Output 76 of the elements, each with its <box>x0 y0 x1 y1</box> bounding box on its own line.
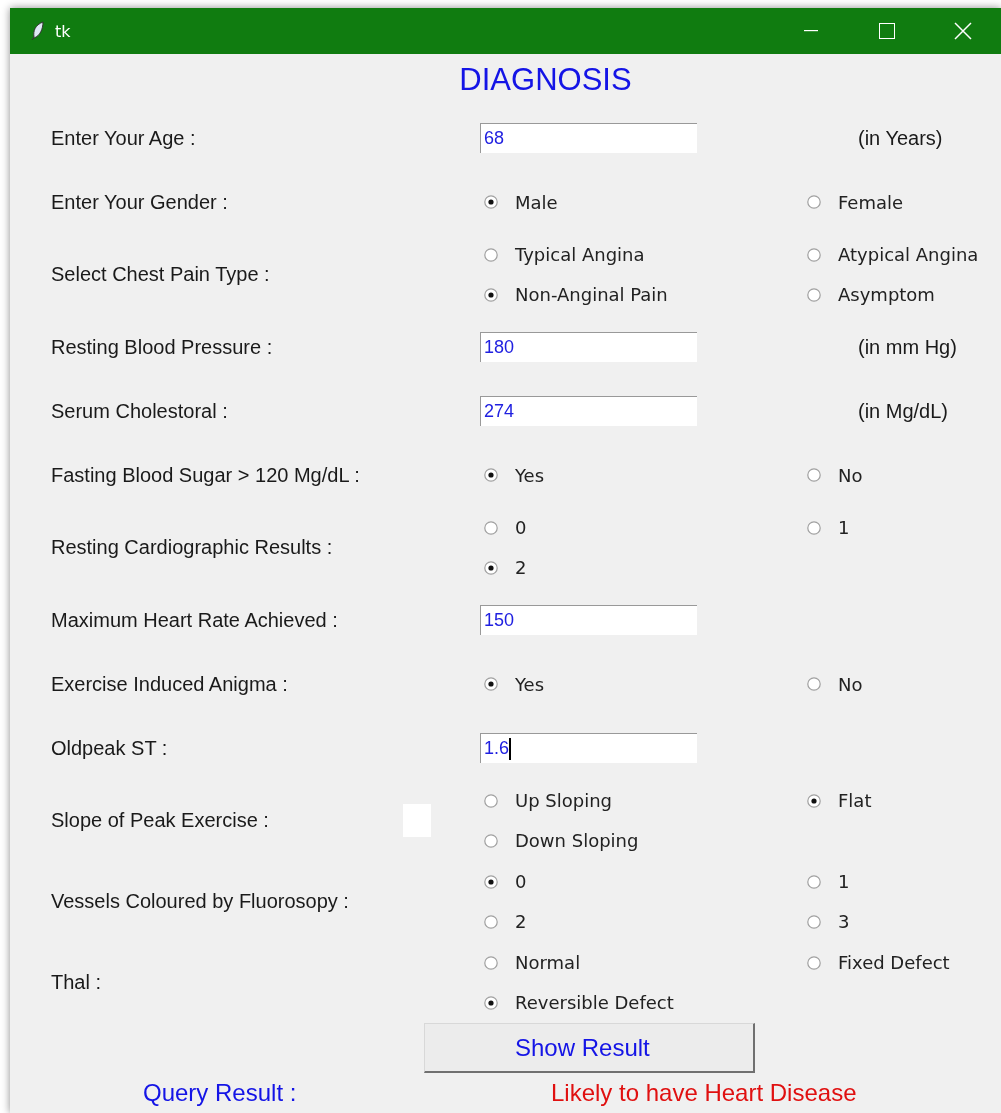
field-label: Slope of Peak Exercise : <box>51 809 270 832</box>
radio-button[interactable] <box>484 287 498 302</box>
radio-button[interactable] <box>484 247 498 262</box>
radio-option[interactable]: Down Sloping <box>480 830 803 851</box>
radio-button[interactable] <box>807 468 821 482</box>
radio-option[interactable]: Fixed Defect <box>803 952 1001 973</box>
radio-button[interactable] <box>807 874 821 889</box>
radio-button[interactable] <box>484 995 498 1010</box>
input-field[interactable]: 274 <box>480 396 697 426</box>
radio-button[interactable] <box>484 468 498 482</box>
close-icon <box>954 22 972 40</box>
radio-option[interactable]: Yes <box>480 464 803 486</box>
unit-label: (in mm Hg) <box>857 335 958 359</box>
page-heading: DIAGNOSIS <box>459 62 632 98</box>
radio-button[interactable] <box>484 560 498 575</box>
input-field[interactable]: 150 <box>480 605 697 635</box>
unit-label: (in Mg/dL) <box>857 399 950 423</box>
radio-option[interactable]: Normal <box>480 952 803 973</box>
radio-button[interactable] <box>484 677 498 691</box>
maximize-icon <box>879 23 895 39</box>
radio-option[interactable]: Non-Anginal Pain <box>480 284 803 305</box>
input-field[interactable]: 180 <box>480 332 697 362</box>
field-label: Enter Your Gender : <box>51 190 229 214</box>
radio-option[interactable]: 1 <box>803 517 1001 538</box>
radio-button[interactable] <box>807 677 821 691</box>
radio-button[interactable] <box>807 520 821 535</box>
radio-option[interactable]: 1 <box>803 871 1001 892</box>
radio-button[interactable] <box>807 793 821 808</box>
radio-option[interactable]: No <box>803 673 1001 695</box>
radio-option[interactable]: Typical Angina <box>480 244 803 265</box>
radio-option[interactable]: Female <box>803 191 1001 213</box>
radio-option[interactable]: Asymptom <box>803 284 1001 305</box>
radio-button[interactable] <box>807 287 821 302</box>
radio-option[interactable]: 0 <box>480 871 803 892</box>
field-label: Vessels Coloured by Fluorosopy : <box>51 890 350 913</box>
field-label: Resting Blood Pressure : <box>51 335 274 359</box>
radio-button[interactable] <box>484 793 498 808</box>
radio-button[interactable] <box>807 195 821 209</box>
radio-button[interactable] <box>484 955 498 970</box>
window-title: tk <box>55 21 71 41</box>
query-label: Query Result : <box>143 1079 298 1107</box>
radio-option[interactable]: 0 <box>480 517 803 538</box>
field-label: Maximum Heart Rate Achieved : <box>51 608 339 632</box>
minimize-icon <box>804 30 818 32</box>
radio-button[interactable] <box>484 520 498 535</box>
radio-option[interactable]: 2 <box>480 911 803 932</box>
radio-option[interactable]: Up Sloping <box>480 790 803 811</box>
radio-option[interactable]: Reversible Defect <box>480 992 803 1013</box>
radio-button[interactable] <box>484 195 498 209</box>
unit-label: (in Years) <box>857 126 944 150</box>
field-label: Resting Cardiographic Results : <box>51 536 334 559</box>
radio-button[interactable] <box>807 955 821 970</box>
field-label: Oldpeak ST : <box>51 736 169 760</box>
field-label: Exercise Induced Anigma : <box>51 672 289 696</box>
query-result: Likely to have Heart Disease <box>551 1079 857 1107</box>
input-field[interactable]: 1.6 <box>480 733 697 763</box>
radio-option[interactable]: Yes <box>480 673 803 695</box>
field-label: Thal : <box>51 971 103 994</box>
radio-option[interactable]: Atypical Angina <box>803 244 1001 265</box>
radio-option[interactable]: 2 <box>480 557 803 578</box>
radio-button[interactable] <box>807 914 821 929</box>
field-label: Fasting Blood Sugar > 120 Mg/dL : <box>51 463 361 487</box>
radio-option[interactable]: 3 <box>803 911 1001 932</box>
radio-button[interactable] <box>807 247 821 262</box>
radio-option[interactable]: Male <box>480 191 803 213</box>
radio-option[interactable]: No <box>803 464 1001 486</box>
field-label: Select Chest Pain Type : <box>51 263 271 286</box>
show-result-button[interactable]: Show Result <box>424 1023 755 1073</box>
radio-button[interactable] <box>484 914 498 929</box>
field-label: Serum Cholestoral : <box>51 399 229 423</box>
field-label: Enter Your Age : <box>51 126 197 150</box>
radio-option[interactable]: Flat <box>803 790 1001 811</box>
input-field[interactable]: 68 <box>480 123 697 153</box>
radio-button[interactable] <box>484 833 498 848</box>
radio-button[interactable] <box>484 874 498 889</box>
feather-icon <box>31 21 45 41</box>
